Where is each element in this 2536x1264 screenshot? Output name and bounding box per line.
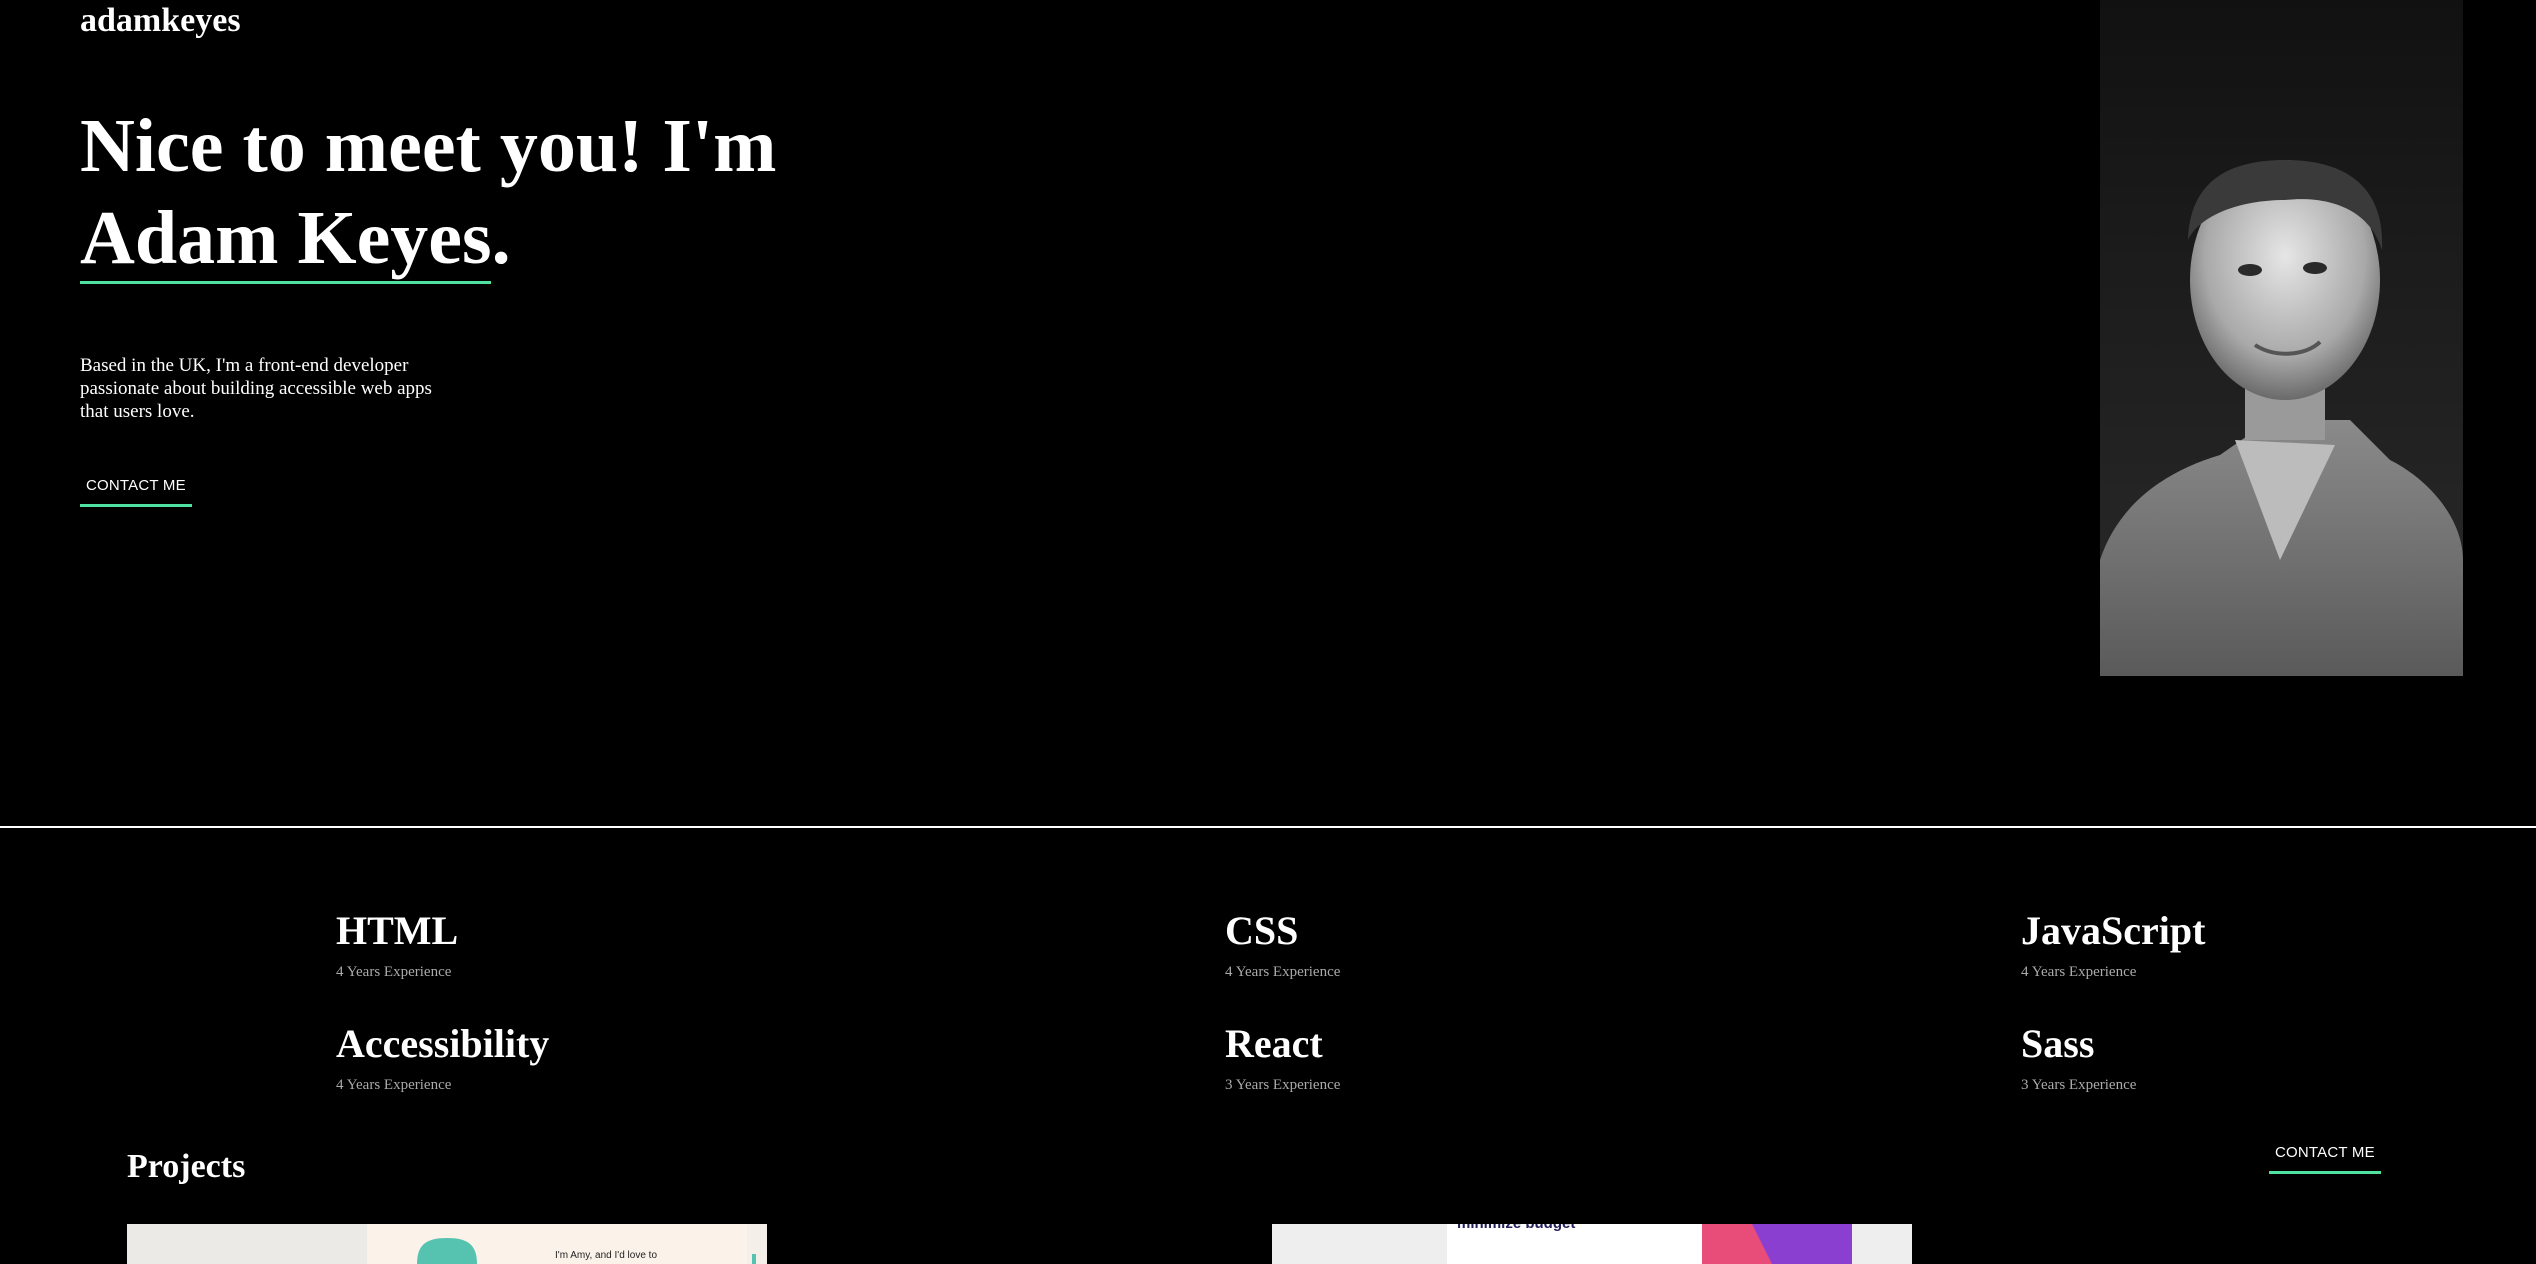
skill-experience: 3 Years Experience <box>2021 1077 2137 1093</box>
project-thumb-caption: I'm Amy, and I'd love to <box>555 1250 657 1261</box>
section-divider <box>0 826 2536 828</box>
hero-name-text: Adam Keyes <box>80 196 492 280</box>
skill-experience: 4 Years Experience <box>336 1077 452 1093</box>
profile-photo <box>2100 0 2463 676</box>
project-thumbnail[interactable]: I'm Amy, and I'd love to <box>127 1224 767 1264</box>
project-preview-image: I'm Amy, and I'd love to <box>127 1224 767 1264</box>
name-underline <box>80 281 491 284</box>
projects-contact-button[interactable]: CONTACT ME <box>2269 1144 2381 1174</box>
skill-experience: 4 Years Experience <box>2021 964 2137 980</box>
hero-heading-line1: Nice to meet you! I'm <box>80 104 777 188</box>
project-preview-image: minimize budget <box>1272 1224 1912 1264</box>
skill-name: React <box>1225 1021 1323 1066</box>
hero-heading: Nice to meet you! I'm Adam Keyes. <box>80 100 980 284</box>
project-thumb-caption: minimize budget <box>1457 1224 1575 1232</box>
skill-sass: Sass 3 Years Experience <box>2021 1021 2136 1094</box>
hero-contact-button[interactable]: CONTACT ME <box>80 477 192 507</box>
skill-react: React 3 Years Experience <box>1225 1021 1340 1094</box>
skill-accessibility: Accessibility 4 Years Experience <box>336 1021 549 1094</box>
site-logo[interactable]: adamkeyes <box>80 2 241 40</box>
project-thumbnail[interactable]: minimize budget <box>1272 1224 1912 1264</box>
hero-bio: Based in the UK, I'm a front-end develop… <box>80 355 432 422</box>
skill-experience: 3 Years Experience <box>1225 1077 1341 1093</box>
skill-name: Sass <box>2021 1021 2095 1066</box>
skill-css: CSS 4 Years Experience <box>1225 908 1340 981</box>
hero-heading-name: Adam Keyes. <box>80 192 511 284</box>
skill-name: JavaScript <box>2021 908 2206 953</box>
skill-name: Accessibility <box>336 1021 550 1066</box>
skill-javascript: JavaScript 4 Years Experience <box>2021 908 2205 981</box>
hero-name-period: . <box>491 196 511 280</box>
skill-experience: 4 Years Experience <box>1225 964 1341 980</box>
skill-name: CSS <box>1225 908 1299 953</box>
skill-name: HTML <box>336 908 459 953</box>
portrait-image <box>2100 160 2463 676</box>
skill-html: HTML 4 Years Experience <box>336 908 458 981</box>
skill-experience: 4 Years Experience <box>336 964 452 980</box>
projects-heading: Projects <box>127 1148 246 1185</box>
